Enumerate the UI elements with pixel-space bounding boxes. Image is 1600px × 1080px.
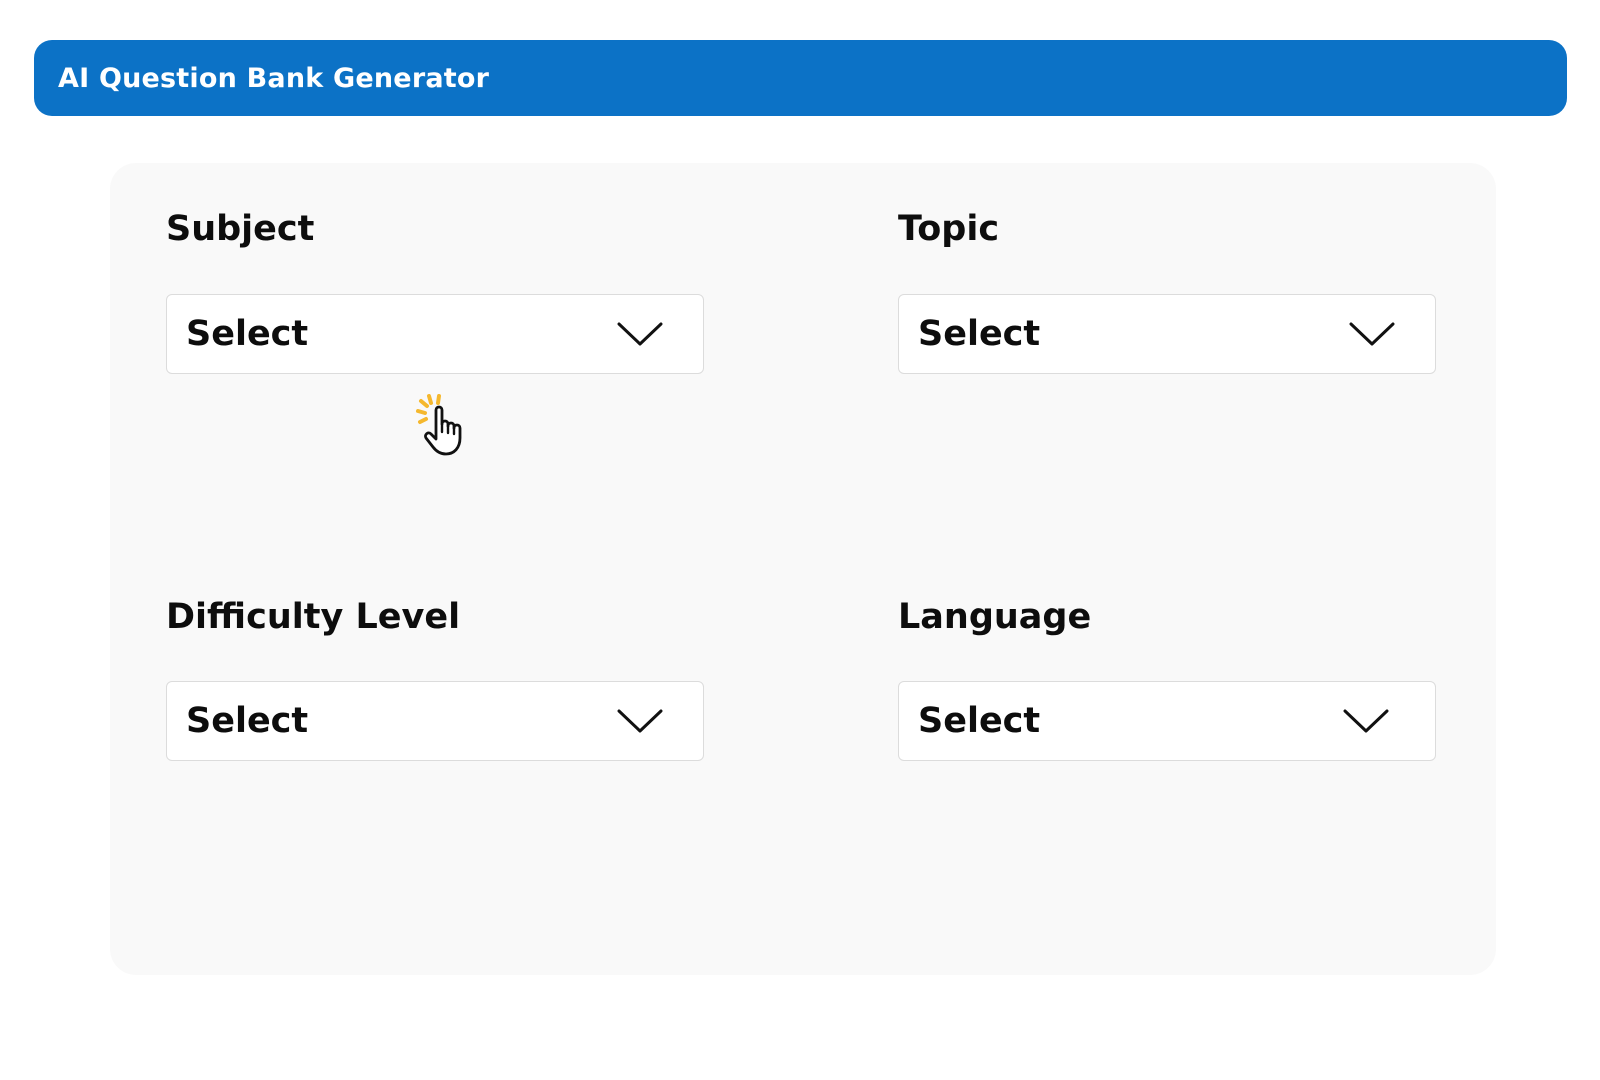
form-panel: Subject Select Topic Select Difficulty L…	[110, 163, 1496, 975]
subject-select-value: Select	[186, 314, 309, 354]
subject-select[interactable]: Select	[166, 294, 704, 374]
difficulty-level-select[interactable]: Select	[166, 681, 704, 761]
chevron-down-icon	[617, 709, 663, 733]
topic-label: Topic	[898, 209, 1000, 249]
language-select[interactable]: Select	[898, 681, 1436, 761]
language-select-value: Select	[918, 701, 1041, 741]
language-label: Language	[898, 597, 1092, 637]
app-title: AI Question Bank Generator	[58, 62, 490, 94]
topic-select[interactable]: Select	[898, 294, 1436, 374]
hand-pointer-click-icon	[416, 394, 462, 456]
subject-label: Subject	[166, 209, 315, 249]
chevron-down-icon	[617, 322, 663, 346]
chevron-down-icon	[1343, 709, 1389, 733]
difficulty-level-label: Difficulty Level	[166, 597, 461, 637]
chevron-down-icon	[1349, 322, 1395, 346]
difficulty-level-select-value: Select	[186, 701, 309, 741]
page: AI Question Bank Generator Subject Selec…	[0, 0, 1600, 1080]
app-header: AI Question Bank Generator	[34, 40, 1567, 116]
topic-select-value: Select	[918, 314, 1041, 354]
